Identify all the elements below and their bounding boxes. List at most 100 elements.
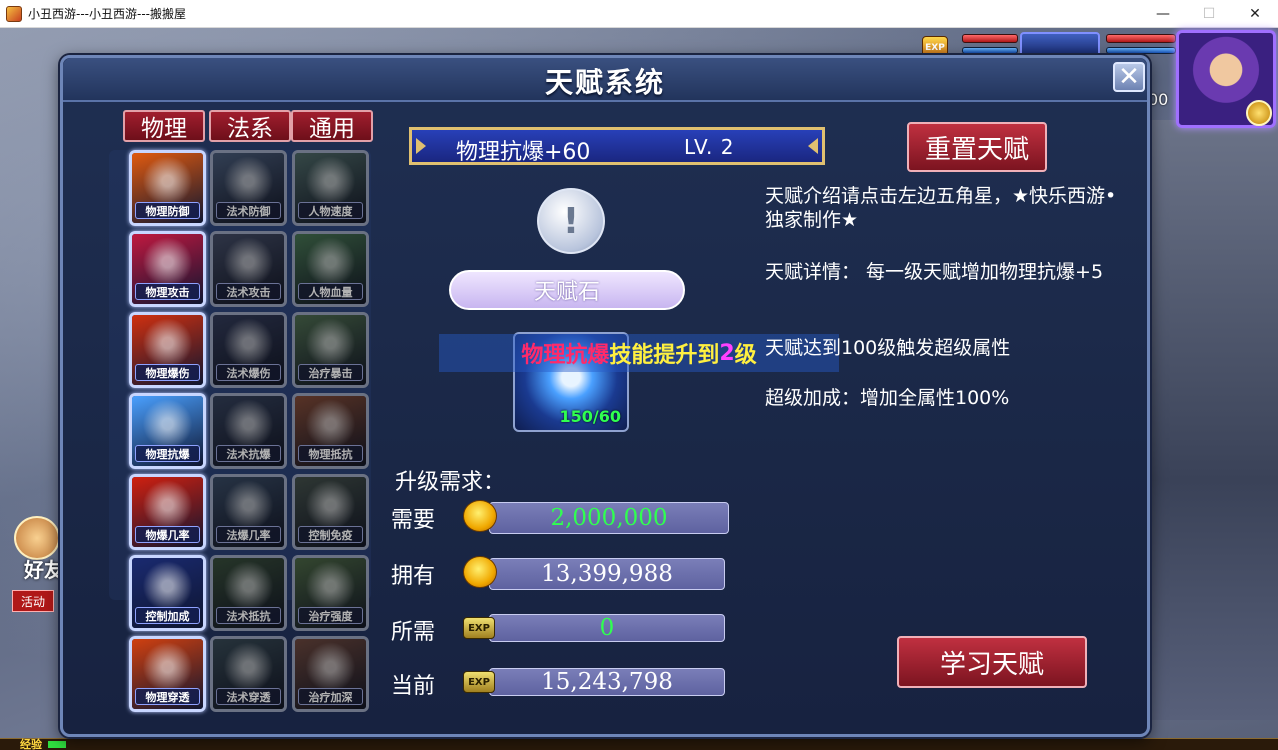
skill-label: 法术攻击 [216, 283, 281, 300]
req-label-cost: 所需 [391, 620, 436, 645]
talent-detail-text: 天赋详情： 每一级天赋增加物理抗爆+5 [765, 261, 1104, 283]
talent-stone-label: 天赋石 [449, 270, 685, 310]
skill-grid: 物理防御 法术防御 人物速度物理攻击 法术攻击 人物血量物理爆伤 法术爆伤 治疗暴击物理抗爆… [109, 150, 371, 730]
req-label-current: 当前 [391, 674, 436, 699]
pet-hp-bar [962, 34, 1018, 43]
tab-general[interactable]: 通用 [291, 110, 373, 142]
gold-coin-icon [463, 556, 497, 588]
skill-label: 治疗暴击 [298, 364, 363, 381]
dialog-title: 天赋系统 [544, 66, 665, 99]
banner-talent-name: 物理抗爆 [521, 343, 610, 368]
minimize-button[interactable]: — [1140, 0, 1186, 28]
talent-trigger-text: 天赋达到100级触发超级属性 [765, 337, 1011, 359]
req-value-need-exp: 0 [489, 614, 725, 642]
skill-slot[interactable]: 法爆几率 [210, 474, 287, 550]
hidden-counter: 00 [1148, 90, 1169, 109]
bar-right-arrow [808, 138, 818, 154]
skill-label: 物理穿透 [135, 688, 200, 705]
app-icon [6, 5, 22, 22]
skill-slot[interactable]: 人物速度 [292, 150, 369, 226]
requirements-title: 升级需求： [395, 470, 506, 495]
window-controls: — ☐ ✕ [1140, 0, 1278, 28]
maximize-button[interactable]: ☐ [1186, 0, 1232, 28]
skill-label: 人物血量 [298, 283, 363, 300]
tab-magic[interactable]: 法系 [209, 110, 291, 142]
requirement-row-current-exp: 当前 15,243,798 EXP [391, 666, 771, 700]
talent-intro-text: 天赋介绍请点击左边五角星，★快乐西游•独家制作★ [765, 185, 1117, 231]
window-title: 小丑西游---小丑西游---搬搬屋 [28, 7, 186, 21]
skill-slot[interactable]: 治疗暴击 [292, 312, 369, 388]
exp-icon: EXP [463, 617, 495, 639]
skill-label: 人物速度 [298, 202, 363, 219]
learn-talent-button[interactable]: 学习天赋 [897, 636, 1087, 688]
req-value-current-exp: 15,243,798 [489, 668, 725, 696]
skill-label: 控制免疫 [298, 526, 363, 543]
requirement-row-need-exp: 所需 0 EXP [391, 612, 771, 646]
req-value-need-gold: 2,000,000 [489, 502, 729, 534]
skill-slot[interactable]: 法术穿透 [210, 636, 287, 712]
skill-slot[interactable]: 法术防御 [210, 150, 287, 226]
skill-label: 物理爆伤 [135, 364, 200, 381]
scene-right-wall [1146, 120, 1278, 720]
window-titlebar: 小丑西游---小丑西游---搬搬屋 — ☐ ✕ [0, 0, 1278, 28]
skill-label: 法爆几率 [216, 526, 281, 543]
skill-label: 法术抵抗 [216, 607, 281, 624]
banner-text-upgrade: 技能提升到 [609, 343, 720, 368]
skill-label: 控制加成 [135, 607, 200, 624]
skill-slot[interactable]: 物理防御 [129, 150, 206, 226]
skill-label: 物爆几率 [135, 526, 200, 543]
selected-talent-bar: 物理抗爆+60 LV. 2 [409, 127, 825, 165]
activity-button[interactable]: 活动 [12, 590, 54, 612]
skill-slot[interactable]: 法术抵抗 [210, 555, 287, 631]
skill-slot[interactable]: 法术抗爆 [210, 393, 287, 469]
skill-label: 法术爆伤 [216, 364, 281, 381]
skill-slot[interactable]: 治疗强度 [292, 555, 369, 631]
selected-talent-level: LV. 2 [684, 135, 735, 159]
skill-slot[interactable]: 物理抗爆 [129, 393, 206, 469]
player-mp-bar [1106, 47, 1176, 54]
talent-bonus-text: 超级加成：增加全属性100% [765, 387, 1010, 409]
skill-slot[interactable]: 法术爆伤 [210, 312, 287, 388]
req-label-need: 需要 [391, 508, 436, 533]
bar-left-arrow [416, 138, 426, 154]
dialog-close-button[interactable]: ✕ [1113, 62, 1145, 92]
vip-coin-icon[interactable] [1246, 100, 1272, 126]
info-exclamation-icon[interactable]: ! [537, 188, 605, 254]
friend-label: 好友 [24, 558, 64, 582]
exp-progress-fill [48, 741, 66, 748]
skill-label: 法术防御 [216, 202, 281, 219]
reset-talent-button[interactable]: 重置天赋 [907, 122, 1047, 172]
skill-slot[interactable]: 控制免疫 [292, 474, 369, 550]
banner-text-level: 级 [734, 343, 757, 368]
req-label-have: 拥有 [391, 564, 436, 589]
skill-slot[interactable]: 法术攻击 [210, 231, 287, 307]
selected-talent-name: 物理抗爆+60 [456, 140, 591, 165]
skill-slot[interactable]: 物理攻击 [129, 231, 206, 307]
skill-slot[interactable]: 控制加成 [129, 555, 206, 631]
talent-dialog: 天赋系统 ✕ 物理 法系 通用 物理防御 法术防御 人物速度物理攻击 法术攻击 人物血量… [60, 55, 1150, 737]
skill-label: 物理抗爆 [135, 445, 200, 462]
banner-level-number: 2 [719, 340, 735, 366]
skill-slot[interactable]: 物理穿透 [129, 636, 206, 712]
skill-label: 法术穿透 [216, 688, 281, 705]
item-count: 150/60 [559, 407, 621, 426]
skill-label: 法术抗爆 [216, 445, 281, 462]
skill-slot[interactable]: 治疗加深 [292, 636, 369, 712]
requirement-row-have-gold: 拥有 13,399,988 [391, 556, 771, 590]
close-window-button[interactable]: ✕ [1232, 0, 1278, 28]
exp-label: 经验 [20, 738, 42, 750]
skill-label: 物理抵抗 [298, 445, 363, 462]
skill-label: 治疗强度 [298, 607, 363, 624]
gold-coin-icon [463, 500, 497, 532]
player-hp-bar [1106, 34, 1176, 43]
skill-slot[interactable]: 物爆几率 [129, 474, 206, 550]
skill-label: 物理攻击 [135, 283, 200, 300]
tab-physical[interactable]: 物理 [123, 110, 205, 142]
skill-slot[interactable]: 人物血量 [292, 231, 369, 307]
skill-slot[interactable]: 物理抵抗 [292, 393, 369, 469]
exp-strip [0, 738, 1278, 750]
skill-label: 治疗加深 [298, 688, 363, 705]
requirement-row-need-gold: 需要 2,000,000 [391, 500, 771, 534]
skill-slot[interactable]: 物理爆伤 [129, 312, 206, 388]
skill-label: 物理防御 [135, 202, 200, 219]
